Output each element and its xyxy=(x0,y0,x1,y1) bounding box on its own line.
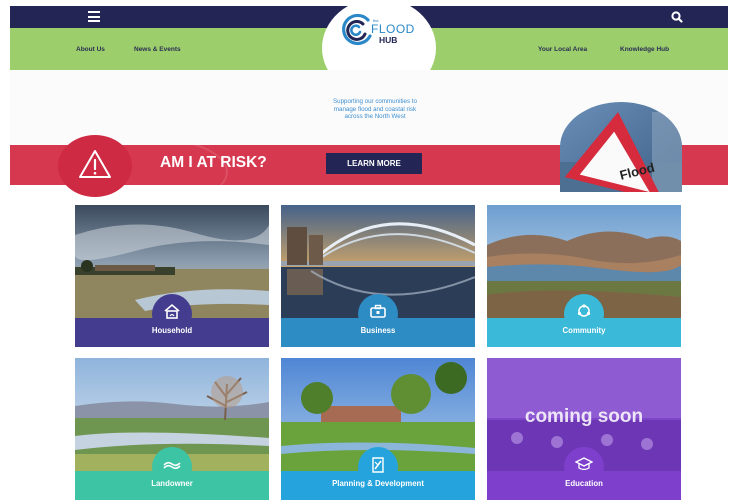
nav-about-us[interactable]: About Us xyxy=(76,46,105,53)
tile-community[interactable]: Community xyxy=(487,205,681,347)
nav-knowledge-hub[interactable]: Knowledge Hub xyxy=(620,46,669,53)
tile-business[interactable]: Business xyxy=(281,205,475,347)
wave-swirl-icon xyxy=(342,13,372,46)
logo-flood-text: FLOOD xyxy=(371,22,415,36)
community-icon xyxy=(577,304,591,317)
risk-title: AM I AT RISK? xyxy=(160,154,267,171)
hamburger-menu-icon[interactable] xyxy=(88,11,100,22)
tile-planning-development[interactable]: Planning & Development xyxy=(281,358,475,500)
learn-more-button[interactable]: LEARN MORE xyxy=(326,153,422,174)
planning-icon xyxy=(372,457,384,473)
tile-label-community: Community xyxy=(562,326,606,335)
tile-label-business: Business xyxy=(360,326,396,335)
nav-your-local-area[interactable]: Your Local Area xyxy=(538,46,587,53)
flood-sign-photo: Flood xyxy=(560,102,682,192)
tagline-line: manage flood and coastal risk xyxy=(333,105,417,113)
tagline-line: Supporting our communities to xyxy=(333,98,417,105)
logo-hub-text: HUB xyxy=(379,35,398,45)
tile-household[interactable]: Household xyxy=(75,205,269,347)
graduation-cap-icon xyxy=(575,457,593,471)
warning-triangle-icon xyxy=(79,150,111,178)
briefcase-icon xyxy=(370,304,386,318)
warning-badge xyxy=(58,135,132,197)
tile-landowner[interactable]: Landowner xyxy=(75,358,269,500)
tagline: Supporting our communities to manage flo… xyxy=(300,98,450,121)
tagline-line: across the North West xyxy=(344,113,406,120)
tractor-icon xyxy=(163,461,181,470)
page: About Us News & Events Your Local Area K… xyxy=(0,0,738,500)
coming-soon-overlay: coming soon xyxy=(524,406,644,427)
house-icon xyxy=(164,303,180,319)
tile-education[interactable]: coming soon Education xyxy=(487,358,681,500)
search-icon[interactable] xyxy=(670,10,684,24)
tile-label-education: Education xyxy=(565,479,603,488)
tile-label-landowner: Landowner xyxy=(151,479,193,488)
tile-label-household: Household xyxy=(151,326,193,335)
nav-news-events[interactable]: News & Events xyxy=(134,46,181,53)
tile-label-planning-development: Planning & Development xyxy=(332,479,424,488)
